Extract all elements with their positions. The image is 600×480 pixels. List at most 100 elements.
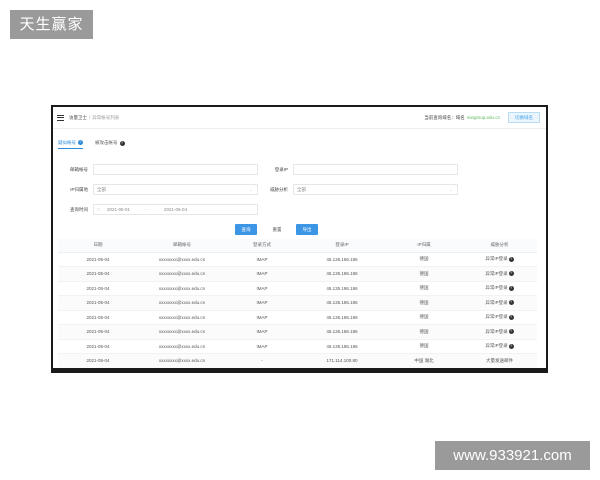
cell-threat[interactable]: 异常IP登录? <box>462 339 537 354</box>
column-header-account: 邮箱帐号 <box>138 239 226 253</box>
question-circle-icon[interactable]: ? <box>508 285 514 291</box>
cell-threat[interactable]: 异常IP登录? <box>462 266 537 282</box>
table-row: 2021-05-04 xxxxxxxx@xxxx.edu.cn IMAP 45.… <box>58 281 537 296</box>
table-row: 2021-05-04 xxxxxxxx@xxxx.edu.cn IMAP 45.… <box>58 324 537 340</box>
watermark-top: 天生赢家 <box>10 10 93 39</box>
cell-threat[interactable]: 异常IP登录? <box>462 252 537 267</box>
export-button[interactable]: 导出 <box>296 224 318 235</box>
mailbox-label: 邮箱帐号 <box>70 167 88 172</box>
table-row: 2021-05-04 xxxxxxxx@xxxx.edu.cn IMAP 45.… <box>58 339 537 354</box>
cell-threat[interactable]: 大量发送邮件 <box>462 353 537 368</box>
ip-location-select[interactable]: 全部 ⌄ <box>93 184 258 195</box>
cell-location: 德国 <box>386 252 462 267</box>
cell-account: xxxxxxxx@xxxx.edu.cn <box>138 310 226 325</box>
threat-analysis-label: 威胁分析 <box>270 187 288 192</box>
date-end: 2021-05-04 <box>164 207 188 212</box>
question-circle-icon[interactable]: ? <box>508 271 514 277</box>
threat-link[interactable]: 异常IP登录 <box>485 256 507 261</box>
column-header-date: 日期 <box>58 239 138 253</box>
table-row: 2021-05-04 xxxxxxxx@xxxx.edu.cn - 171.11… <box>58 353 537 368</box>
calendar-icon: □ <box>97 207 100 212</box>
cell-threat[interactable]: 异常IP登录? <box>462 295 537 311</box>
date-separator: - <box>145 207 147 212</box>
hamburger-icon[interactable] <box>57 114 64 121</box>
chevron-down-icon: ⌄ <box>249 187 253 192</box>
cell-account: xxxxxxxx@xxxx.edu.cn <box>138 339 226 354</box>
cell-method: IMAP <box>226 281 298 296</box>
cell-date: 2021-05-04 <box>58 252 138 267</box>
cell-ip: 45.135.186.186 <box>298 252 386 267</box>
table-row: 2021-05-04 xxxxxxxx@xxxx.edu.cn IMAP 45.… <box>58 252 537 267</box>
question-circle-icon[interactable]: ? <box>508 314 514 320</box>
question-circle-icon[interactable]: ? <box>508 256 514 262</box>
column-header-threat: 威胁分析 <box>462 239 537 253</box>
table-header-row: 日期 邮箱帐号 登录方式 登录IP IP归属 威胁分析 <box>58 239 537 253</box>
top-bar: 访量卫士 / 异常帐号列表 当前查询域名： 域名 mingmop.edu.cn … <box>53 107 546 129</box>
reset-button[interactable]: 重置 <box>266 224 288 235</box>
threat-analysis-value: 全部 <box>297 187 306 192</box>
cell-threat[interactable]: 异常IP登录? <box>462 281 537 296</box>
tab-attacked-accounts[interactable]: 被攻击帐号? <box>95 137 125 149</box>
mailbox-input[interactable] <box>93 164 258 175</box>
column-header-ip: 登录IP <box>298 239 386 253</box>
cell-location: 德国 <box>386 266 462 282</box>
login-ip-label: 登录IP <box>274 167 288 172</box>
threat-link[interactable]: 异常IP登录 <box>485 314 507 319</box>
cell-date: 2021-05-04 <box>58 310 138 325</box>
threat-link[interactable]: 异常IP登录 <box>485 343 507 348</box>
question-circle-icon[interactable]: ? <box>508 329 514 335</box>
threat-link[interactable]: 异常IP登录 <box>485 271 507 276</box>
cell-method: IMAP <box>226 310 298 325</box>
cell-ip: 171.114.100.80 <box>298 353 386 368</box>
question-circle-icon[interactable]: ? <box>119 140 125 146</box>
cell-account: xxxxxxxx@xxxx.edu.cn <box>138 295 226 311</box>
domain-value: 域名 <box>455 114 465 120</box>
breadcrumb-root[interactable]: 访量卫士 <box>69 115 87 121</box>
cell-account: xxxxxxxx@xxxx.edu.cn <box>138 324 226 340</box>
question-circle-icon[interactable]: ? <box>78 140 83 145</box>
threat-link[interactable]: 异常IP登录 <box>485 285 507 290</box>
cell-account: xxxxxxxx@xxxx.edu.cn <box>138 266 226 282</box>
login-ip-input[interactable] <box>293 164 458 175</box>
table-row: 2021-05-04 xxxxxxxx@xxxx.edu.cn IMAP 45.… <box>58 266 537 282</box>
question-circle-icon[interactable]: ? <box>508 343 514 349</box>
cell-date: 2021-05-04 <box>58 353 138 368</box>
tab-suspicious-accounts[interactable]: 疑似帐号? <box>58 137 83 149</box>
threat-analysis-select[interactable]: 全部 ⌄ <box>293 184 458 195</box>
cell-location: 德国 <box>386 324 462 340</box>
tab-label: 疑似帐号 <box>58 139 76 145</box>
cell-account: xxxxxxxx@xxxx.edu.cn <box>138 252 226 267</box>
watermark-bottom: www.933921.com <box>435 441 590 470</box>
cell-method: - <box>226 353 298 368</box>
query-button[interactable]: 查询 <box>235 224 257 235</box>
screenshot-window: 访量卫士 / 异常帐号列表 当前查询域名： 域名 mingmop.edu.cn … <box>51 105 548 373</box>
query-time-label: 查询时间 <box>70 207 88 212</box>
cell-ip: 45.135.186.186 <box>298 281 386 296</box>
threat-link[interactable]: 异常IP登录 <box>485 300 507 305</box>
results-table: 日期 邮箱帐号 登录方式 登录IP IP归属 威胁分析 2021-05-04 x… <box>58 239 537 368</box>
cell-method: IMAP <box>226 295 298 311</box>
threat-link[interactable]: 异常IP登录 <box>485 329 507 334</box>
cell-ip: 45.135.186.186 <box>298 266 386 282</box>
breadcrumb-current: 异常帐号列表 <box>92 114 120 120</box>
threat-link[interactable]: 大量发送邮件 <box>486 358 513 363</box>
table-row: 2021-05-04 xxxxxxxx@xxxx.edu.cn IMAP 45.… <box>58 295 537 311</box>
cell-ip: 45.135.186.186 <box>298 339 386 354</box>
cell-date: 2021-05-04 <box>58 339 138 354</box>
cell-location: 德国 <box>386 295 462 311</box>
cell-method: IMAP <box>226 266 298 282</box>
date-range-picker[interactable]: □ 2021-05-01 - 2021-05-04 <box>93 204 258 215</box>
cell-account: xxxxxxxx@xxxx.edu.cn <box>138 281 226 296</box>
cell-date: 2021-05-04 <box>58 266 138 282</box>
cell-method: IMAP <box>226 252 298 267</box>
question-circle-icon[interactable]: ? <box>508 300 514 306</box>
switch-domain-button[interactable]: 切换域名 <box>508 112 540 123</box>
cell-ip: 45.135.186.186 <box>298 310 386 325</box>
cell-method: IMAP <box>226 339 298 354</box>
date-start: 2021-05-01 <box>106 207 131 212</box>
cell-date: 2021-05-04 <box>58 324 138 340</box>
cell-threat[interactable]: 异常IP登录? <box>462 310 537 325</box>
cell-ip: 45.135.186.186 <box>298 295 386 311</box>
cell-threat[interactable]: 异常IP登录? <box>462 324 537 340</box>
cell-location: 德国 <box>386 339 462 354</box>
